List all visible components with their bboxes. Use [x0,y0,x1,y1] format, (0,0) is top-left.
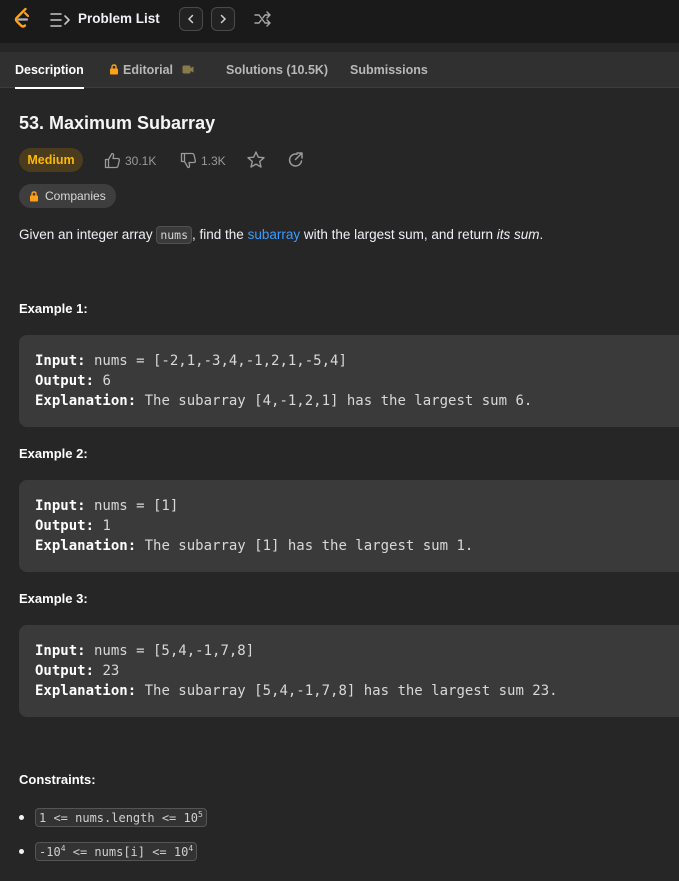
example-title: Example 1: [19,301,88,316]
chevron-right-icon [220,14,227,24]
thumbs-up-icon [104,152,121,169]
tab-submissions[interactable]: Submissions [350,52,428,88]
shuffle-icon[interactable] [254,11,272,27]
inline-code: nums [156,226,193,244]
like-button[interactable]: 30.1K [104,152,156,169]
desc-text: Given an integer array [19,227,157,242]
tab-editorial[interactable]: Editorial [109,52,194,88]
problem-list-title[interactable]: Problem List [78,11,160,26]
constraint-code: -104 <= nums[i] <= 104 [35,842,198,861]
leetcode-logo-icon[interactable] [12,7,34,31]
desc-text: , find the [192,227,248,242]
constraint-item: -104 <= nums[i] <= 104 [19,842,198,861]
chevron-left-icon [187,14,194,24]
next-problem-button[interactable] [211,7,235,31]
tab-bar: Description Editorial Solutions (10.5K) … [0,52,679,89]
dislike-count: 1.3K [201,153,226,168]
tab-solutions[interactable]: Solutions (10.5K) [226,52,328,88]
constraint-code: 1 <= nums.length <= 105 [35,808,207,827]
desc-text: with the largest sum, and return [300,227,497,242]
tab-editorial-label: Editorial [123,63,174,77]
constraints-title: Constraints: [19,772,96,787]
bullet [19,815,24,820]
subarray-link[interactable]: subarray [248,227,301,242]
example-input: Input: nums = [-2,1,-3,4,-1,2,1,-5,4] [35,353,347,369]
constraint-item: 1 <= nums.length <= 105 [19,808,207,827]
like-count: 30.1K [125,153,157,168]
tab-description-label: Description [15,63,84,77]
lock-icon [110,64,118,75]
difficulty-badge: Medium [19,148,83,172]
star-icon[interactable] [246,150,266,170]
example-output: Output: 23 [35,663,120,679]
lock-icon [30,190,38,201]
bullet [19,849,24,854]
example-box: Input: nums = [5,4,-1,7,8] Output: 23 Ex… [19,625,679,717]
top-bar: Problem List [0,0,679,43]
example-input: Input: nums = [5,4,-1,7,8] [35,643,255,659]
tab-submissions-label: Submissions [350,63,428,77]
thumbs-down-icon [180,152,197,169]
desc-italic: its sum [496,227,540,242]
companies-label: Companies [45,189,106,203]
video-icon [182,65,193,74]
share-icon[interactable] [286,150,306,170]
desc-text: . [539,227,544,242]
example-box: Input: nums = [1] Output: 1 Explanation:… [19,480,679,572]
tab-solutions-label: Solutions (10.5K) [226,63,329,77]
example-input: Input: nums = [1] [35,498,179,514]
example-explanation: Explanation: The subarray [1] has the la… [35,538,474,554]
example-output: Output: 6 [35,373,111,389]
problem-title[interactable]: 53. Maximum Subarray [19,113,215,134]
example-explanation: Explanation: The subarray [4,-1,2,1] has… [35,393,533,409]
tab-description[interactable]: Description [15,52,84,89]
example-output: Output: 1 [35,518,111,534]
example-explanation: Explanation: The subarray [5,4,-1,7,8] h… [35,683,558,699]
example-title: Example 3: [19,591,88,606]
dislike-button[interactable]: 1.3K [180,152,226,169]
companies-tag[interactable]: Companies [19,184,116,208]
example-box: Input: nums = [-2,1,-3,4,-1,2,1,-5,4] Ou… [19,335,679,427]
list-icon[interactable] [50,11,72,29]
previous-problem-button[interactable] [179,7,203,31]
example-title: Example 2: [19,446,88,461]
problem-description: Given an integer array nums, find the su… [19,226,544,244]
